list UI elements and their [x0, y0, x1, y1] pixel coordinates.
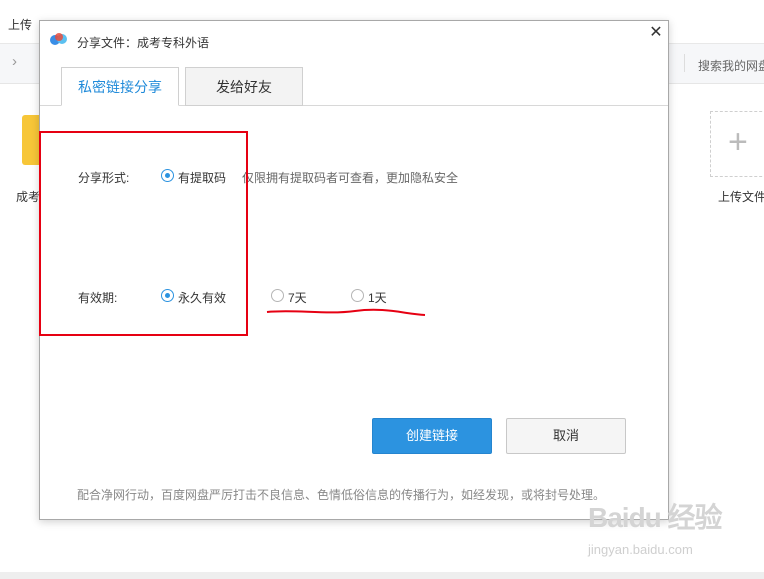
annotation-underline: [266, 308, 426, 316]
upload-tile[interactable]: +: [710, 111, 764, 177]
watermark-main: Baidu 经验: [588, 502, 723, 533]
chevron-right-icon[interactable]: ›: [12, 53, 17, 70]
tab-send-to-friend[interactable]: 发给好友: [185, 67, 303, 106]
dialog-tabs: 私密链接分享 发给好友: [40, 67, 668, 106]
cancel-button[interactable]: 取消: [506, 418, 626, 454]
bottom-bar: [0, 572, 764, 579]
tab-private-link-share[interactable]: 私密链接分享: [61, 67, 179, 106]
upload-tile-label: 上传文件: [718, 190, 764, 204]
folder-label[interactable]: 成考: [16, 188, 40, 205]
upload-menu-button[interactable]: 上传: [8, 16, 32, 33]
baidu-jingyan-watermark: Baidu 经验 jingyan.baidu.com: [588, 496, 728, 566]
dialog-titlebar: 分享文件：成考专科外语 ✕: [40, 21, 668, 59]
validity-radio-7days[interactable]: [271, 289, 284, 302]
validity-radio-1day[interactable]: [351, 289, 364, 302]
share-form-hint: 仅限拥有提取码者可查看，更加隐私安全: [242, 171, 459, 185]
close-icon[interactable]: ✕: [647, 24, 665, 42]
annotation-highlight-box: [39, 131, 248, 336]
search-divider: [684, 54, 685, 72]
plus-icon: +: [728, 123, 748, 161]
validity-option-7days[interactable]: 7天: [288, 289, 307, 306]
validity-option-1day[interactable]: 1天: [368, 289, 387, 306]
dialog-title: 分享文件：成考专科外语: [77, 36, 210, 50]
search-input[interactable]: 搜索我的网盘: [698, 57, 764, 74]
footer-note: 配合净网行动，百度网盘严厉打击不良信息、色情低俗信息的传播行为，如经发现，或将封…: [77, 488, 606, 502]
watermark-sub: jingyan.baidu.com: [588, 542, 693, 557]
create-link-button[interactable]: 创建链接: [372, 418, 492, 454]
baidu-netdisk-logo-icon: [50, 33, 67, 45]
